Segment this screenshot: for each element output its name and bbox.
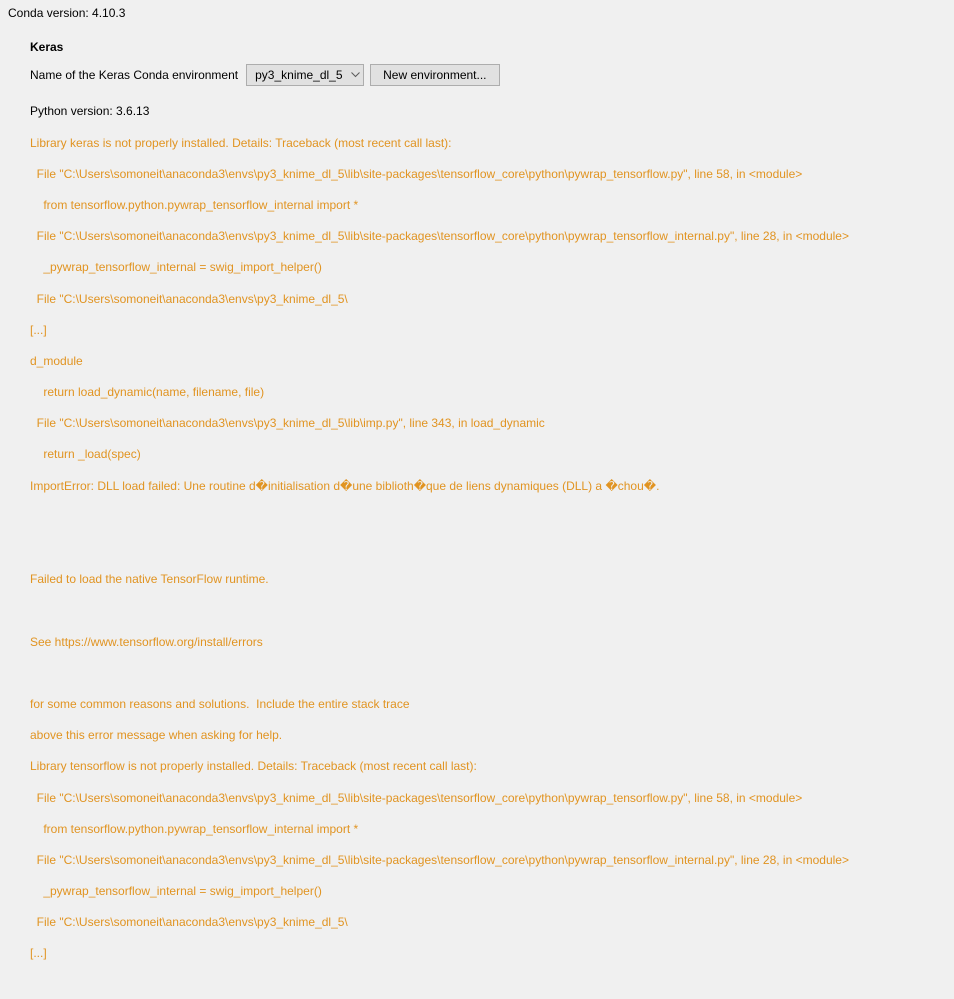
conda-version-label: Conda version: 4.10.3 bbox=[8, 6, 946, 20]
error-line: [...] bbox=[30, 323, 946, 339]
error-line: return _load(spec) bbox=[30, 447, 946, 463]
error-line: File "C:\Users\somoneit\anaconda3\envs\p… bbox=[30, 915, 946, 931]
error-line: Library tensorflow is not properly insta… bbox=[30, 759, 946, 775]
error-line: from tensorflow.python.pywrap_tensorflow… bbox=[30, 822, 946, 838]
error-line: return load_dynamic(name, filename, file… bbox=[30, 385, 946, 401]
error-line bbox=[30, 666, 946, 682]
chevron-down-icon bbox=[351, 72, 360, 78]
error-line: ImportError: DLL load failed: Une routin… bbox=[30, 479, 946, 495]
error-line: Failed to load the native TensorFlow run… bbox=[30, 572, 946, 588]
error-line: File "C:\Users\somoneit\anaconda3\envs\p… bbox=[30, 292, 946, 308]
error-line: See https://www.tensorflow.org/install/e… bbox=[30, 635, 946, 651]
error-line: _pywrap_tensorflow_internal = swig_impor… bbox=[30, 884, 946, 900]
error-line bbox=[30, 510, 946, 526]
environment-selected-value: py3_knime_dl_5 bbox=[255, 68, 342, 82]
error-line: for some common reasons and solutions. I… bbox=[30, 697, 946, 713]
python-version-label: Python version: 3.6.13 bbox=[30, 104, 946, 118]
error-line: above this error message when asking for… bbox=[30, 728, 946, 744]
error-line: d_module bbox=[30, 354, 946, 370]
error-line: Library keras is not properly installed.… bbox=[30, 136, 946, 152]
environment-label: Name of the Keras Conda environment bbox=[30, 68, 238, 82]
error-line: [...] bbox=[30, 946, 946, 962]
error-line: File "C:\Users\somoneit\anaconda3\envs\p… bbox=[30, 167, 946, 183]
error-line: from tensorflow.python.pywrap_tensorflow… bbox=[30, 198, 946, 214]
error-line: _pywrap_tensorflow_internal = swig_impor… bbox=[30, 260, 946, 276]
section-title: Keras bbox=[30, 40, 946, 54]
keras-section: Keras Name of the Keras Conda environmen… bbox=[8, 40, 946, 993]
error-line bbox=[30, 603, 946, 619]
error-line: File "C:\Users\somoneit\anaconda3\envs\p… bbox=[30, 791, 946, 807]
environment-row: Name of the Keras Conda environment py3_… bbox=[30, 64, 946, 86]
error-line: File "C:\Users\somoneit\anaconda3\envs\p… bbox=[30, 853, 946, 869]
error-output: Library keras is not properly installed.… bbox=[30, 120, 946, 993]
new-environment-button[interactable]: New environment... bbox=[370, 64, 499, 86]
error-line: File "C:\Users\somoneit\anaconda3\envs\p… bbox=[30, 416, 946, 432]
environment-dropdown[interactable]: py3_knime_dl_5 bbox=[246, 64, 364, 86]
error-line bbox=[30, 541, 946, 557]
error-line: File "C:\Users\somoneit\anaconda3\envs\p… bbox=[30, 229, 946, 245]
